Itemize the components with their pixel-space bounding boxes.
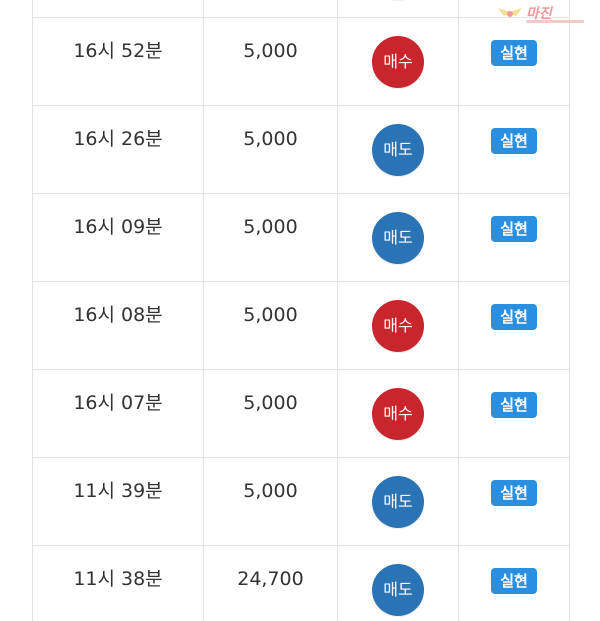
- table-row: 16시 26분 5,000 매도 실현: [33, 106, 569, 194]
- time-cell: 16시 52분: [33, 18, 204, 105]
- sell-badge: 매도: [372, 476, 424, 528]
- amount-cell: 5,000: [204, 106, 338, 193]
- trade-amount: 5,000: [243, 40, 298, 62]
- type-cell: 매도: [338, 106, 459, 193]
- table-row: 16시 08분 5,000 매수 실현: [33, 282, 569, 370]
- trade-time: 16시 09분: [73, 216, 163, 238]
- trade-time: 11시 38분: [73, 568, 163, 590]
- amount-cell: 5,000: [204, 194, 338, 281]
- trade-rows: 매수16시 52분5,000매수실현16시 26분5,000매도실현16시 09…: [33, 0, 569, 621]
- type-cell: 매도: [338, 458, 459, 545]
- table-row: 11시 39분 5,000 매도 실현: [33, 458, 569, 546]
- status-cell: 실현: [459, 458, 569, 545]
- time-cell: 16시 08분: [33, 282, 204, 369]
- trade-time: 11시 39분: [73, 480, 163, 502]
- trade-amount: 5,000: [243, 304, 298, 326]
- status-badge: 실현: [491, 128, 537, 154]
- trade-amount: 5,000: [243, 128, 298, 150]
- status-cell: 실현: [459, 282, 569, 369]
- type-cell: 매도: [338, 546, 459, 621]
- table-row: 16시 09분 5,000 매도 실현: [33, 194, 569, 282]
- time-cell: [33, 0, 204, 17]
- status-badge: 실현: [491, 480, 537, 506]
- type-cell: 매도: [338, 194, 459, 281]
- trade-amount: 5,000: [243, 216, 298, 238]
- buy-badge: 매수: [372, 388, 424, 440]
- time-cell: 11시 38분: [33, 546, 204, 621]
- trade-time: 16시 26분: [73, 128, 163, 150]
- status-cell: 실현: [459, 18, 569, 105]
- status-badge: 실현: [491, 40, 537, 66]
- table-row: 16시 07분 5,000 매수 실현: [33, 370, 569, 458]
- amount-cell: 5,000: [204, 282, 338, 369]
- status-cell: [459, 0, 569, 17]
- buy-badge: 매수: [372, 36, 424, 88]
- trade-amount: 24,700: [237, 568, 304, 590]
- table-row: 매수: [33, 0, 569, 18]
- amount-cell: 5,000: [204, 370, 338, 457]
- trade-amount: 5,000: [243, 392, 298, 414]
- trade-time: 16시 07분: [73, 392, 163, 414]
- amount-cell: 5,000: [204, 458, 338, 545]
- sell-badge: 매도: [372, 564, 424, 616]
- trade-time: 16시 52분: [73, 40, 163, 62]
- status-cell: 실현: [459, 370, 569, 457]
- trade-time: 16시 08분: [73, 304, 163, 326]
- table-row: 11시 38분 24,700 매도 실현: [33, 546, 569, 621]
- type-cell: 매수: [338, 18, 459, 105]
- time-cell: 11시 39분: [33, 458, 204, 545]
- amount-cell: [204, 0, 338, 17]
- status-cell: 실현: [459, 194, 569, 281]
- amount-cell: 24,700: [204, 546, 338, 621]
- status-badge: 실현: [491, 216, 537, 242]
- type-cell: 매수: [338, 282, 459, 369]
- type-cell: 매수: [338, 0, 459, 17]
- sell-badge: 매도: [372, 124, 424, 176]
- status-badge: 실현: [491, 568, 537, 594]
- buy-badge: 매수: [372, 300, 424, 352]
- trade-history-table: 매수16시 52분5,000매수실현16시 26분5,000매도실현16시 09…: [32, 0, 570, 621]
- table-row: 16시 52분 5,000 매수 실현: [33, 18, 569, 106]
- time-cell: 16시 26분: [33, 106, 204, 193]
- sell-badge: 매도: [372, 212, 424, 264]
- status-badge: 실현: [491, 304, 537, 330]
- status-badge: 실현: [491, 392, 537, 418]
- time-cell: 16시 09분: [33, 194, 204, 281]
- trade-history-page: 매수16시 52분5,000매수실현16시 26분5,000매도실현16시 09…: [0, 0, 600, 621]
- status-cell: 실현: [459, 546, 569, 621]
- amount-cell: 5,000: [204, 18, 338, 105]
- trade-amount: 5,000: [243, 480, 298, 502]
- type-cell: 매수: [338, 370, 459, 457]
- time-cell: 16시 07분: [33, 370, 204, 457]
- status-cell: 실현: [459, 106, 569, 193]
